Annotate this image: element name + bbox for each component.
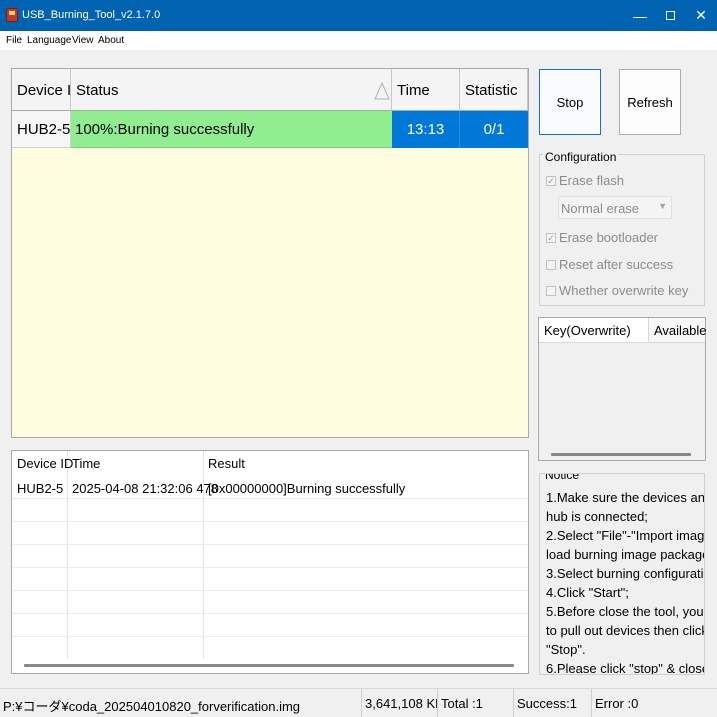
row-divider [12,590,528,591]
configuration-group: Configuration ✓ Erase flash Normal erase… [539,150,705,306]
row-divider [12,498,528,499]
notice-line: hub is connected; [546,509,648,524]
window-title: USB_Burning_Tool_v2.1.7.0 [22,9,161,21]
header-status[interactable]: Status [71,69,392,111]
row-divider [12,567,528,568]
header-time[interactable]: Time [392,69,460,111]
row-divider [12,544,528,545]
log-device-id-cell: HUB2-5 [17,481,64,496]
device-statistic-cell: 0/1 [460,111,528,148]
notice-line: 4.Click "Start"; [546,585,629,600]
stop-button[interactable]: Stop [539,69,601,135]
configuration-title: Configuration [543,150,619,164]
checkbox-unchecked-icon [546,259,556,270]
status-bar: P:¥コーダ¥coda_202504010820_forverification… [0,688,717,717]
log-time-cell: 2025-04-08 21:32:06 478 [72,481,219,496]
menu-about[interactable]: About [98,35,124,46]
maximize-icon [665,11,675,20]
status-success: Success:1 [514,689,592,717]
horizontal-scrollbar[interactable] [24,664,514,667]
device-status-cell: 100%:Burning successfully [71,111,392,148]
log-header-device-id[interactable]: Device ID [17,456,73,471]
overwrite-key-checkbox[interactable]: Whether overwrite key [546,283,688,298]
chevron-down-icon: ▼ [658,201,667,211]
notice-line: 5.Before close the tool, you need [546,604,704,619]
notice-line: 3.Select burning configuration; [546,566,705,581]
minimize-button[interactable]: — [624,0,656,31]
notice-line: 2.Select "File"-"Import image" to [546,528,705,543]
erase-mode-value: Normal erase [561,201,640,216]
device-table[interactable]: Device ID Status Time Statistic HUB2-5 1… [11,68,529,438]
notice-line: 6.Please click "stop" & close tool [546,661,704,675]
notice-line: to pull out devices then click [546,623,705,638]
header-device-id[interactable]: Device ID [12,69,71,111]
title-bar: USB_Burning_Tool_v2.1.7.0 — ✕ [0,0,717,31]
close-button[interactable]: ✕ [685,0,717,31]
header-key-overwrite[interactable]: Key(Overwrite) [539,318,649,343]
maximize-button[interactable] [654,0,686,31]
erase-flash-label: Erase flash [559,173,625,188]
checkbox-unchecked-icon [546,285,556,296]
checkbox-checked-icon: ✓ [546,175,556,186]
device-id-cell: HUB2-5 [12,111,71,148]
menu-language[interactable]: Language [27,35,72,46]
notice-group: Notice 1.Make sure the devices and the h… [539,473,705,675]
log-result-cell: [0x00000000]Burning successfully [208,481,406,496]
status-image-size: 3,641,108 KB [362,689,438,717]
reset-after-success-checkbox[interactable]: Reset after success [546,257,673,272]
status-error: Error :0 [595,696,639,711]
erase-bootloader-checkbox[interactable]: ✓ Erase bootloader [546,230,658,245]
erase-flash-checkbox[interactable]: ✓ Erase flash [546,173,624,188]
erase-mode-select[interactable]: Normal erase ▼ [558,196,672,219]
status-total: Total :1 [438,689,514,717]
notice-line: 1.Make sure the devices and the [546,490,705,505]
menu-file[interactable]: File [6,35,22,46]
device-time-cell: 13:13 [392,111,460,148]
header-statistic[interactable]: Statistic [460,69,528,111]
menu-view[interactable]: View [72,35,94,46]
notice-title: Notice [543,474,582,482]
row-divider [12,521,528,522]
overwrite-key-label: Whether overwrite key [559,283,689,298]
reset-after-success-label: Reset after success [559,257,674,272]
app-icon [6,8,18,22]
checkbox-checked-icon: ✓ [546,232,556,243]
refresh-button[interactable]: Refresh [619,69,681,135]
menu-bar: File Language View About [0,31,717,50]
row-divider [12,613,528,614]
notice-line: load burning image package; [546,547,705,562]
sort-ascending-icon [374,81,390,100]
erase-bootloader-label: Erase bootloader [559,230,659,245]
log-header-time[interactable]: Time [72,456,100,471]
horizontal-scrollbar[interactable] [551,453,691,456]
log-header-result[interactable]: Result [208,456,245,471]
key-table[interactable]: Key(Overwrite) Available [538,317,707,461]
notice-line: "Stop". [546,642,586,657]
status-image-path: P:¥コーダ¥coda_202504010820_forverification… [0,689,362,717]
header-available[interactable]: Available [649,318,707,343]
log-table[interactable]: Device ID Time Result HUB2-5 2025-04-08 … [11,450,529,674]
row-divider [12,636,528,637]
